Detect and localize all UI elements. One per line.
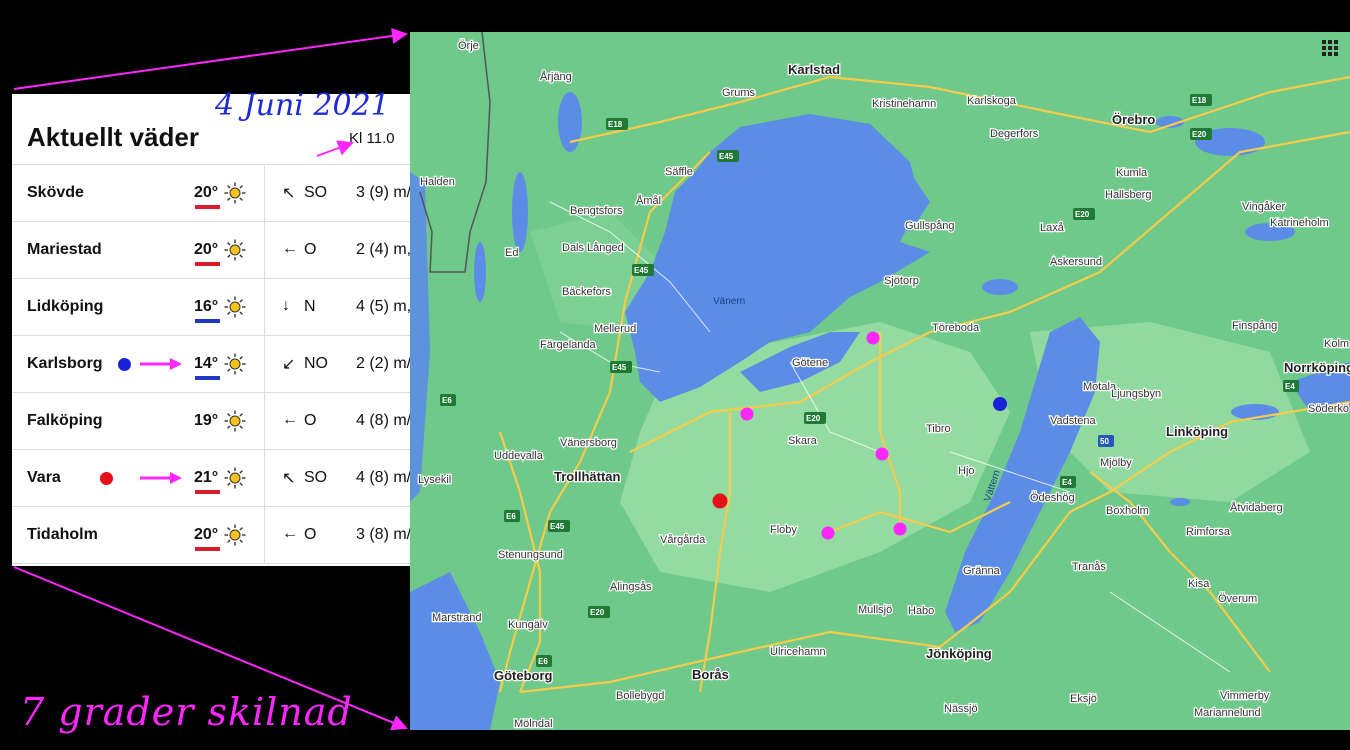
- pointer-line-bottom: [13, 566, 408, 731]
- pointer-line-top: [13, 28, 408, 90]
- pointer-lines: [13, 28, 408, 731]
- time-pointer-arrow: [316, 140, 354, 157]
